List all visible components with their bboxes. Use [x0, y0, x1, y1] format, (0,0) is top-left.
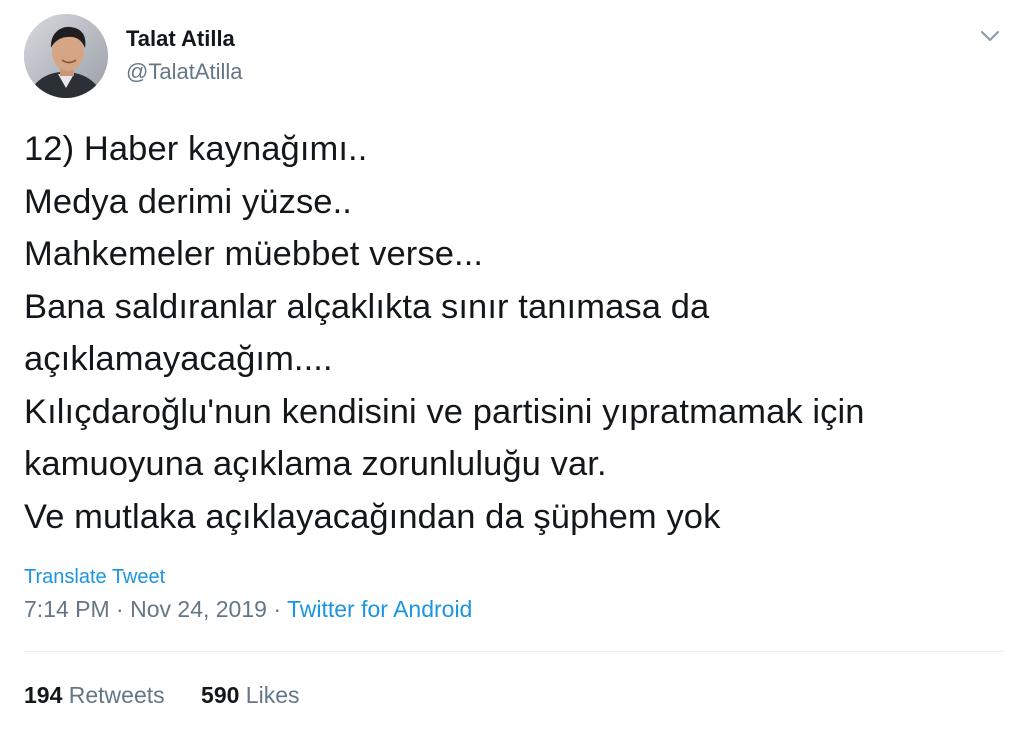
retweets-count: 194 [24, 682, 63, 708]
tweet-metadata: 7:14 PM · Nov 24, 2019 · Twitter for And… [24, 596, 472, 623]
likes-count: 590 [201, 682, 240, 708]
profile-photo-icon [24, 14, 108, 98]
retweets-stat[interactable]: 194 Retweets [24, 682, 165, 709]
tweet-source-link[interactable]: Twitter for Android [287, 596, 472, 622]
author-handle[interactable]: @TalatAtilla [126, 59, 243, 85]
meta-separator: · [116, 596, 124, 622]
likes-stat[interactable]: 590 Likes [201, 682, 299, 709]
tweet-text-line: Mahkemeler müebbet verse... [24, 235, 484, 273]
author-name[interactable]: Talat Atilla [126, 26, 235, 52]
tweet-text-line: Kılıçdaroğlu'nun kendisini ve partisini … [24, 392, 865, 431]
chevron-down-icon [981, 31, 999, 41]
tweet-text-line: kamuoyuna açıklama zorunluluğu var. [24, 445, 607, 483]
tweet-text-line: açıklamayacağım.... [24, 340, 333, 378]
tweet-text-line: Medya derimi yüzse.. [24, 182, 352, 221]
likes-label: Likes [245, 682, 300, 708]
tweet-card: Talat Atilla @TalatAtilla 12) Haber kayn… [0, 0, 1024, 736]
tweet-text: 12) Haber kaynağımı.. Medya derimi yüzse… [24, 123, 1004, 543]
retweets-label: Retweets [68, 682, 165, 708]
tweet-menu-button[interactable] [976, 24, 1004, 48]
author-avatar[interactable] [24, 14, 108, 98]
translate-tweet-link[interactable]: Translate Tweet [24, 566, 165, 589]
tweet-date[interactable]: Nov 24, 2019 [130, 596, 267, 622]
meta-separator: · [273, 596, 281, 622]
divider [24, 651, 1004, 652]
tweet-text-line: Bana saldıranlar alçaklıkta sınır tanıma… [24, 287, 710, 326]
tweet-text-line: 12) Haber kaynağımı.. [24, 130, 368, 168]
tweet-text-line: Ve mutlaka açıklayacağından da şüphem yo… [24, 497, 721, 536]
tweet-time[interactable]: 7:14 PM [24, 596, 110, 622]
tweet-stats: 194 Retweets 590 Likes [24, 682, 300, 709]
